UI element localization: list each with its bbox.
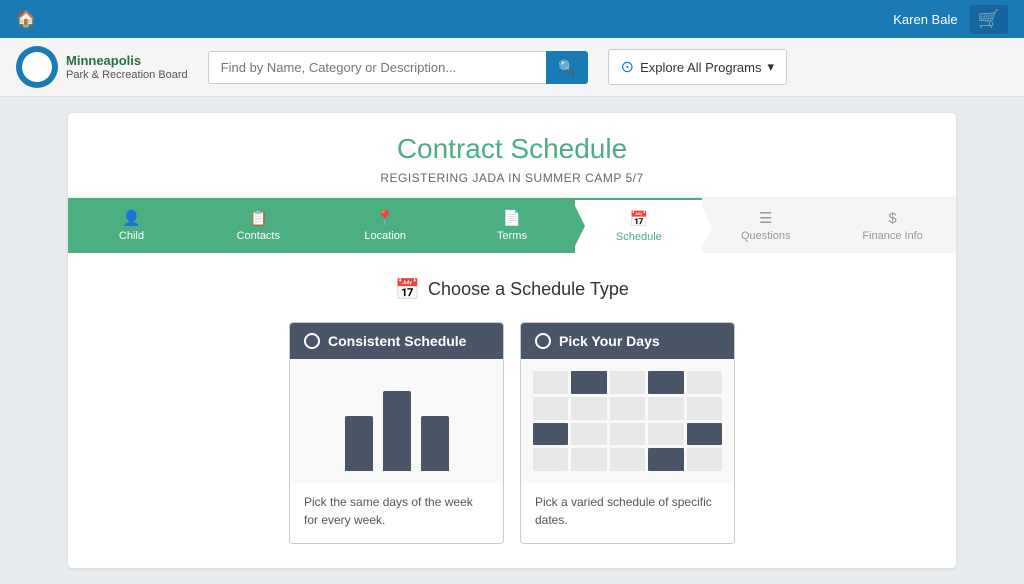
- contacts-step-icon: 📋: [249, 209, 268, 227]
- grid-cell-15: [533, 448, 568, 471]
- step-child[interactable]: 👤 Child: [68, 198, 195, 253]
- schedule-heading: 📅 Choose a Schedule Type: [92, 277, 932, 302]
- option-visual-pick-days: [521, 359, 734, 483]
- progress-steps: 👤 Child 📋 Contacts 📍 Location 📄 Terms 📅 …: [68, 198, 956, 253]
- card-subtitle: REGISTERING JADA IN SUMMER CAMP 5/7: [92, 171, 932, 185]
- grid-cell-2: [610, 371, 645, 394]
- grid-cell-19: [687, 448, 722, 471]
- explore-icon: ⊙: [621, 57, 634, 77]
- location-step-icon: 📍: [376, 209, 395, 227]
- step-contacts[interactable]: 📋 Contacts: [195, 198, 322, 253]
- option-visual-consistent: [290, 359, 503, 483]
- grid-cell-0: [533, 371, 568, 394]
- chevron-down-icon: ▾: [767, 59, 774, 75]
- step-schedule[interactable]: 📅 Schedule: [575, 198, 702, 253]
- bar-chart-consistent: [302, 371, 491, 471]
- grid-cell-10: [533, 423, 568, 446]
- calendar-icon: 📅: [395, 277, 420, 302]
- grid-cell-4: [687, 371, 722, 394]
- radio-consistent[interactable]: [304, 333, 320, 349]
- card-header: Contract Schedule REGISTERING JADA IN SU…: [68, 113, 956, 198]
- grid-cell-3: [648, 371, 683, 394]
- schedule-options: Consistent Schedule Pick the same days of…: [92, 322, 932, 544]
- grid-cell-1: [571, 371, 606, 394]
- terms-step-icon: 📄: [503, 209, 522, 227]
- grid-cell-14: [687, 423, 722, 446]
- location-step-label: Location: [364, 230, 406, 242]
- schedule-step-label: Schedule: [616, 231, 662, 243]
- grid-cell-9: [687, 397, 722, 420]
- logo-area: Minneapolis Park & Recreation Board: [16, 46, 188, 88]
- bar-1: [383, 391, 411, 471]
- main-content: Contract Schedule REGISTERING JADA IN SU…: [52, 97, 972, 584]
- org-name: Minneapolis: [66, 53, 188, 70]
- child-step-icon: 👤: [122, 209, 141, 227]
- option-label-consistent: Consistent Schedule: [328, 333, 466, 349]
- option-header-pick-days: Pick Your Days: [521, 323, 734, 359]
- contacts-step-label: Contacts: [237, 230, 280, 242]
- step-terms[interactable]: 📄 Terms: [449, 198, 576, 253]
- finance-step-label: Finance Info: [862, 230, 923, 242]
- grid-cell-6: [571, 397, 606, 420]
- step-questions[interactable]: ☰ Questions: [702, 198, 829, 253]
- questions-step-label: Questions: [741, 230, 791, 242]
- grid-cell-8: [648, 397, 683, 420]
- option-desc-pick-days: Pick a varied schedule of specific dates…: [521, 483, 734, 543]
- schedule-option-pick-days[interactable]: Pick Your Days Pick a varied schedule of …: [520, 322, 735, 544]
- search-input[interactable]: [208, 51, 547, 84]
- grid-cell-16: [571, 448, 606, 471]
- questions-step-icon: ☰: [759, 209, 772, 227]
- radio-pick-days[interactable]: [535, 333, 551, 349]
- search-button[interactable]: 🔍: [546, 51, 587, 84]
- schedule-heading-text: Choose a Schedule Type: [428, 279, 629, 300]
- header-bar: Minneapolis Park & Recreation Board 🔍 ⊙ …: [0, 38, 1024, 97]
- org-sub-name: Park & Recreation Board: [66, 69, 188, 81]
- finance-step-icon: $: [888, 210, 896, 227]
- bar-2: [421, 416, 449, 471]
- grid-cell-18: [648, 448, 683, 471]
- cart-icon[interactable]: 🛒: [970, 5, 1008, 34]
- bar-0: [345, 416, 373, 471]
- search-bar: 🔍: [208, 51, 588, 84]
- step-finance[interactable]: $ Finance Info: [829, 198, 956, 253]
- explore-programs-button[interactable]: ⊙ Explore All Programs ▾: [608, 49, 787, 85]
- grid-cell-12: [610, 423, 645, 446]
- grid-visual-pick-days: [533, 371, 722, 471]
- top-navigation: 🏠 Karen Bale 🛒: [0, 0, 1024, 38]
- home-icon[interactable]: 🏠: [16, 9, 36, 29]
- explore-label: Explore All Programs: [640, 60, 761, 75]
- terms-step-label: Terms: [497, 230, 527, 242]
- logo-circle: [16, 46, 58, 88]
- option-header-consistent: Consistent Schedule: [290, 323, 503, 359]
- option-label-pick-days: Pick Your Days: [559, 333, 660, 349]
- user-name: Karen Bale: [893, 12, 957, 27]
- schedule-step-icon: 📅: [630, 210, 649, 228]
- grid-cell-5: [533, 397, 568, 420]
- logo-inner: [22, 52, 52, 82]
- option-desc-consistent: Pick the same days of the week for every…: [290, 483, 503, 543]
- page-title: Contract Schedule: [92, 133, 932, 165]
- grid-cell-13: [648, 423, 683, 446]
- grid-cell-11: [571, 423, 606, 446]
- grid-cell-7: [610, 397, 645, 420]
- step-location[interactable]: 📍 Location: [322, 198, 449, 253]
- main-card: Contract Schedule REGISTERING JADA IN SU…: [68, 113, 956, 568]
- schedule-section: 📅 Choose a Schedule Type Consistent Sche…: [68, 253, 956, 568]
- grid-cell-17: [610, 448, 645, 471]
- schedule-option-consistent[interactable]: Consistent Schedule Pick the same days of…: [289, 322, 504, 544]
- child-step-label: Child: [119, 230, 144, 242]
